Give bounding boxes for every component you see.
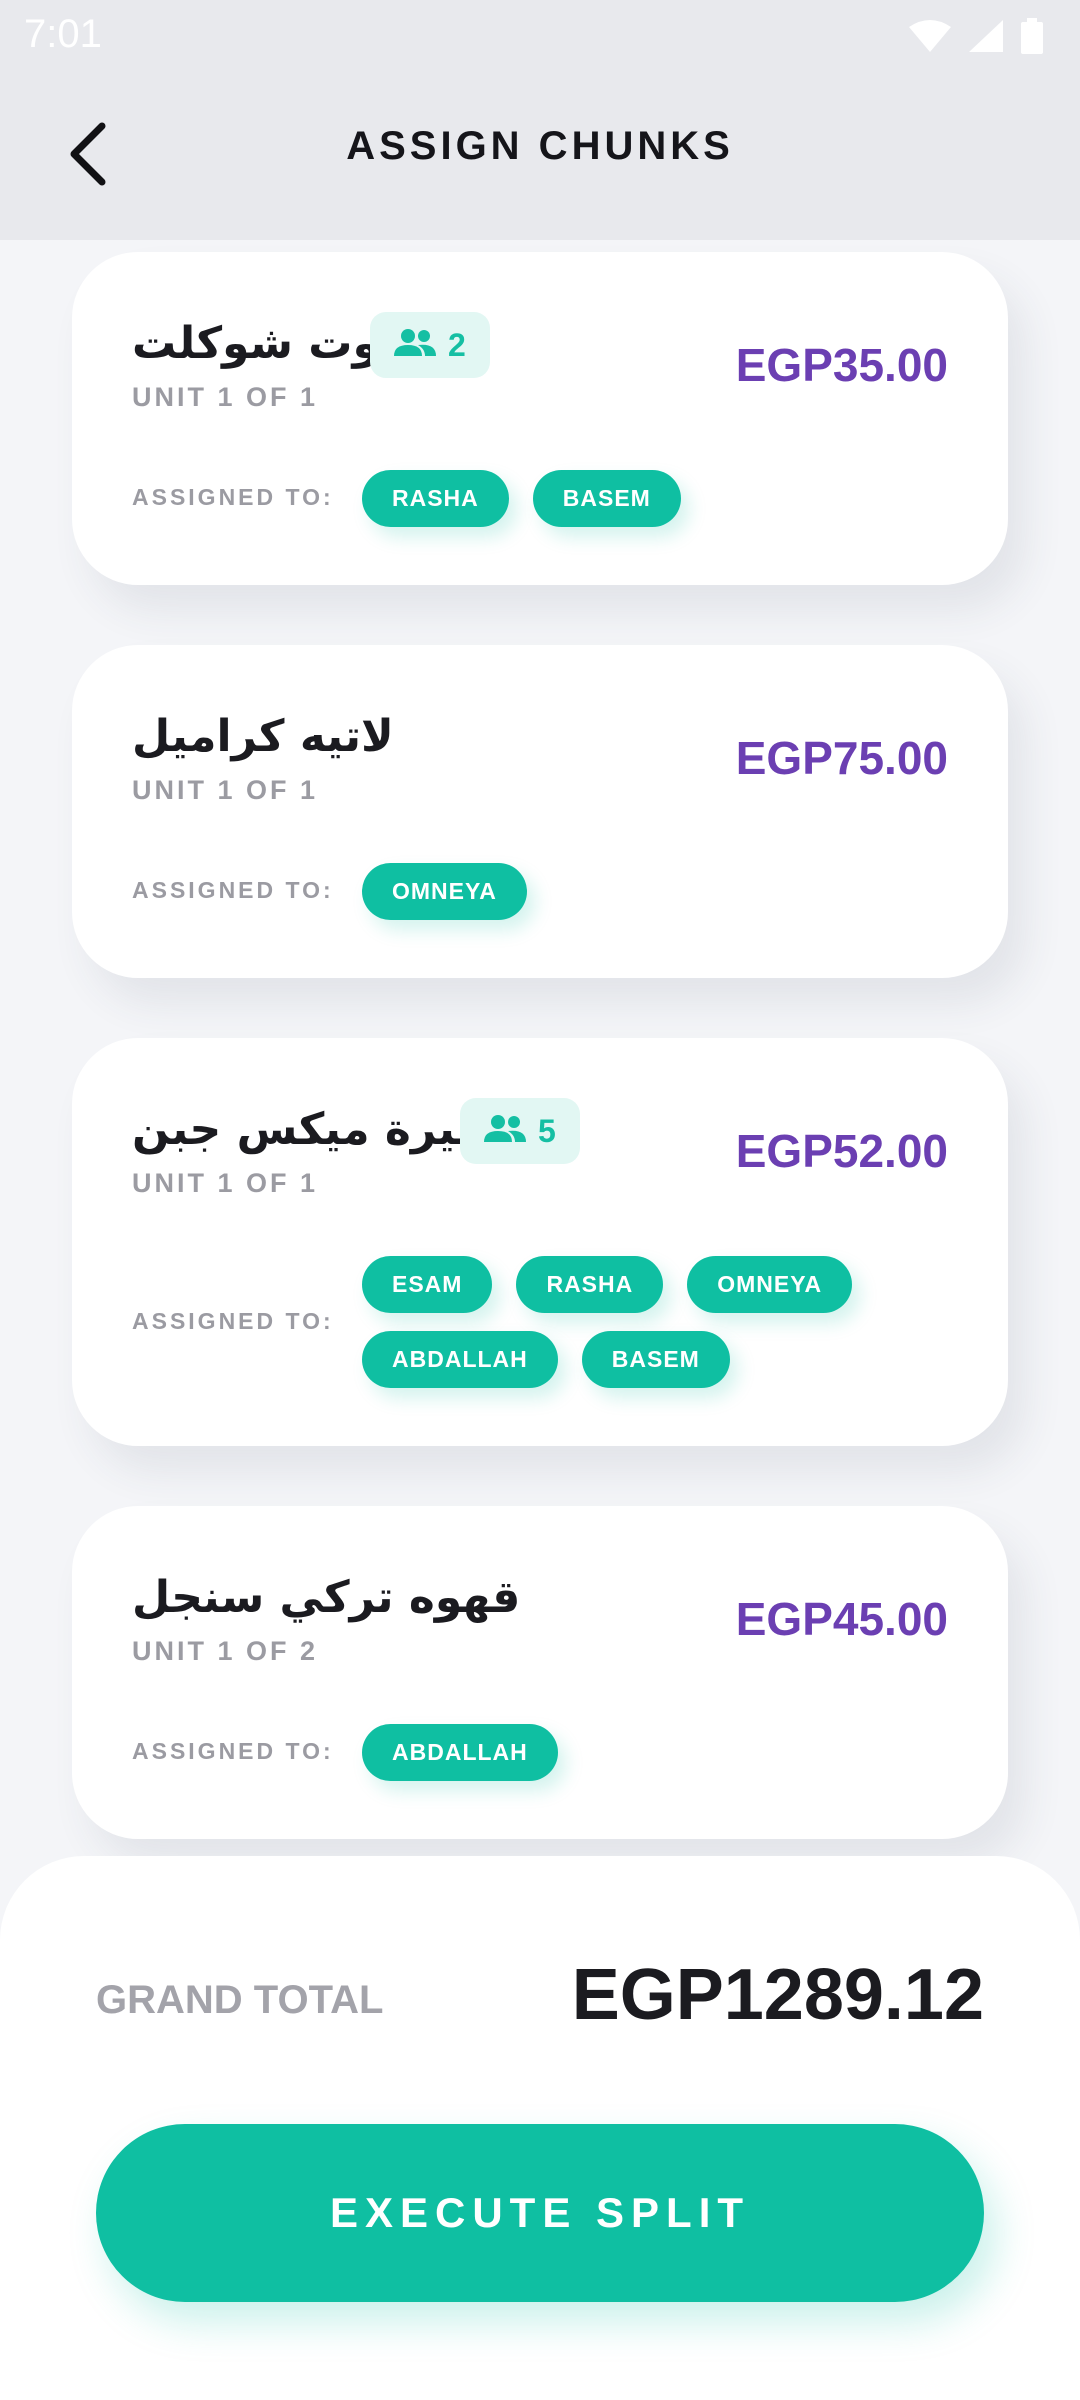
- item-card[interactable]: قهوه تركي سنجل UNIT 1 OF 2 EGP45.00 ASSI…: [72, 1506, 1008, 1839]
- battery-icon: [1020, 18, 1044, 54]
- item-name: هوت شوكلت: [132, 318, 411, 369]
- item-price: EGP35.00: [735, 339, 948, 391]
- status-time: 7:01: [24, 12, 102, 56]
- split-count: 5: [538, 1112, 556, 1149]
- item-name: قهوه تركي سنجل: [132, 1572, 521, 1623]
- assignee-chip[interactable]: RASHA: [516, 1256, 664, 1313]
- people-icon: [484, 1113, 526, 1150]
- status-bar: 7:01: [0, 0, 1080, 72]
- assignee-chip[interactable]: ESAM: [362, 1256, 493, 1313]
- item-name: لاتيه كراميل: [132, 711, 394, 762]
- status-icons: [908, 18, 1044, 54]
- split-count: 2: [448, 326, 466, 363]
- item-price: EGP75.00: [735, 732, 948, 784]
- wifi-icon: [908, 19, 952, 53]
- grand-total-label: GRAND TOTAL: [96, 1978, 384, 2022]
- assignee-chip[interactable]: OMNEYA: [362, 863, 527, 920]
- assignee-chip[interactable]: ABDALLAH: [362, 1724, 558, 1781]
- summary-sheet: GRAND TOTAL EGP1289.12 EXECUTE SPLIT: [0, 1856, 1080, 2400]
- assignee-chip[interactable]: BASEM: [581, 1331, 730, 1388]
- assignee-chip[interactable]: OMNEYA: [687, 1256, 853, 1313]
- assignee-chips: OMNEYA: [362, 863, 962, 920]
- assignee-chips: ESAM RASHA OMNEYA ABDALLAH BASEM: [362, 1256, 962, 1388]
- item-price: EGP52.00: [735, 1125, 948, 1177]
- assignee-chip[interactable]: RASHA: [362, 470, 509, 527]
- assigned-to-label: ASSIGNED TO:: [132, 1308, 334, 1334]
- grand-total-value: EGP1289.12: [571, 1955, 984, 2035]
- split-count-badge: 5: [460, 1098, 580, 1164]
- assignee-chip[interactable]: ABDALLAH: [362, 1331, 558, 1388]
- unit-label: UNIT 1 OF 1: [132, 1168, 319, 1198]
- page-title: ASSIGN CHUNKS: [346, 124, 734, 168]
- assign-chunks-screen: 7:01 ASSIGN CHUNKS هوت شوكلت 2 UNIT 1 OF…: [0, 0, 1080, 2400]
- item-card[interactable]: لاتيه كراميل UNIT 1 OF 1 EGP75.00 ASSIGN…: [72, 645, 1008, 978]
- app-header: ASSIGN CHUNKS: [0, 72, 1080, 240]
- assigned-to-label: ASSIGNED TO:: [132, 877, 334, 903]
- assigned-to-label: ASSIGNED TO:: [132, 484, 334, 510]
- assignee-chip[interactable]: BASEM: [532, 470, 681, 527]
- unit-label: UNIT 1 OF 1: [132, 382, 319, 412]
- unit-label: UNIT 1 OF 1: [132, 775, 319, 805]
- item-card[interactable]: هوت شوكلت 2 UNIT 1 OF 1 EGP35.00 ASSIGNE…: [72, 252, 1008, 585]
- assignee-chips: ABDALLAH: [362, 1724, 962, 1781]
- unit-label: UNIT 1 OF 2: [132, 1636, 319, 1666]
- execute-split-button[interactable]: EXECUTE SPLIT: [96, 2124, 984, 2302]
- assignee-chips: RASHA BASEM: [362, 470, 962, 527]
- item-price: EGP45.00: [735, 1593, 948, 1645]
- split-count-badge: 2: [370, 312, 490, 378]
- people-icon: [394, 327, 436, 364]
- cellular-signal-icon: [968, 19, 1004, 53]
- item-card[interactable]: فطيرة ميكس جبن 5 UNIT 1 OF 1 EGP52.00 AS…: [72, 1038, 1008, 1446]
- assigned-to-label: ASSIGNED TO:: [132, 1738, 334, 1764]
